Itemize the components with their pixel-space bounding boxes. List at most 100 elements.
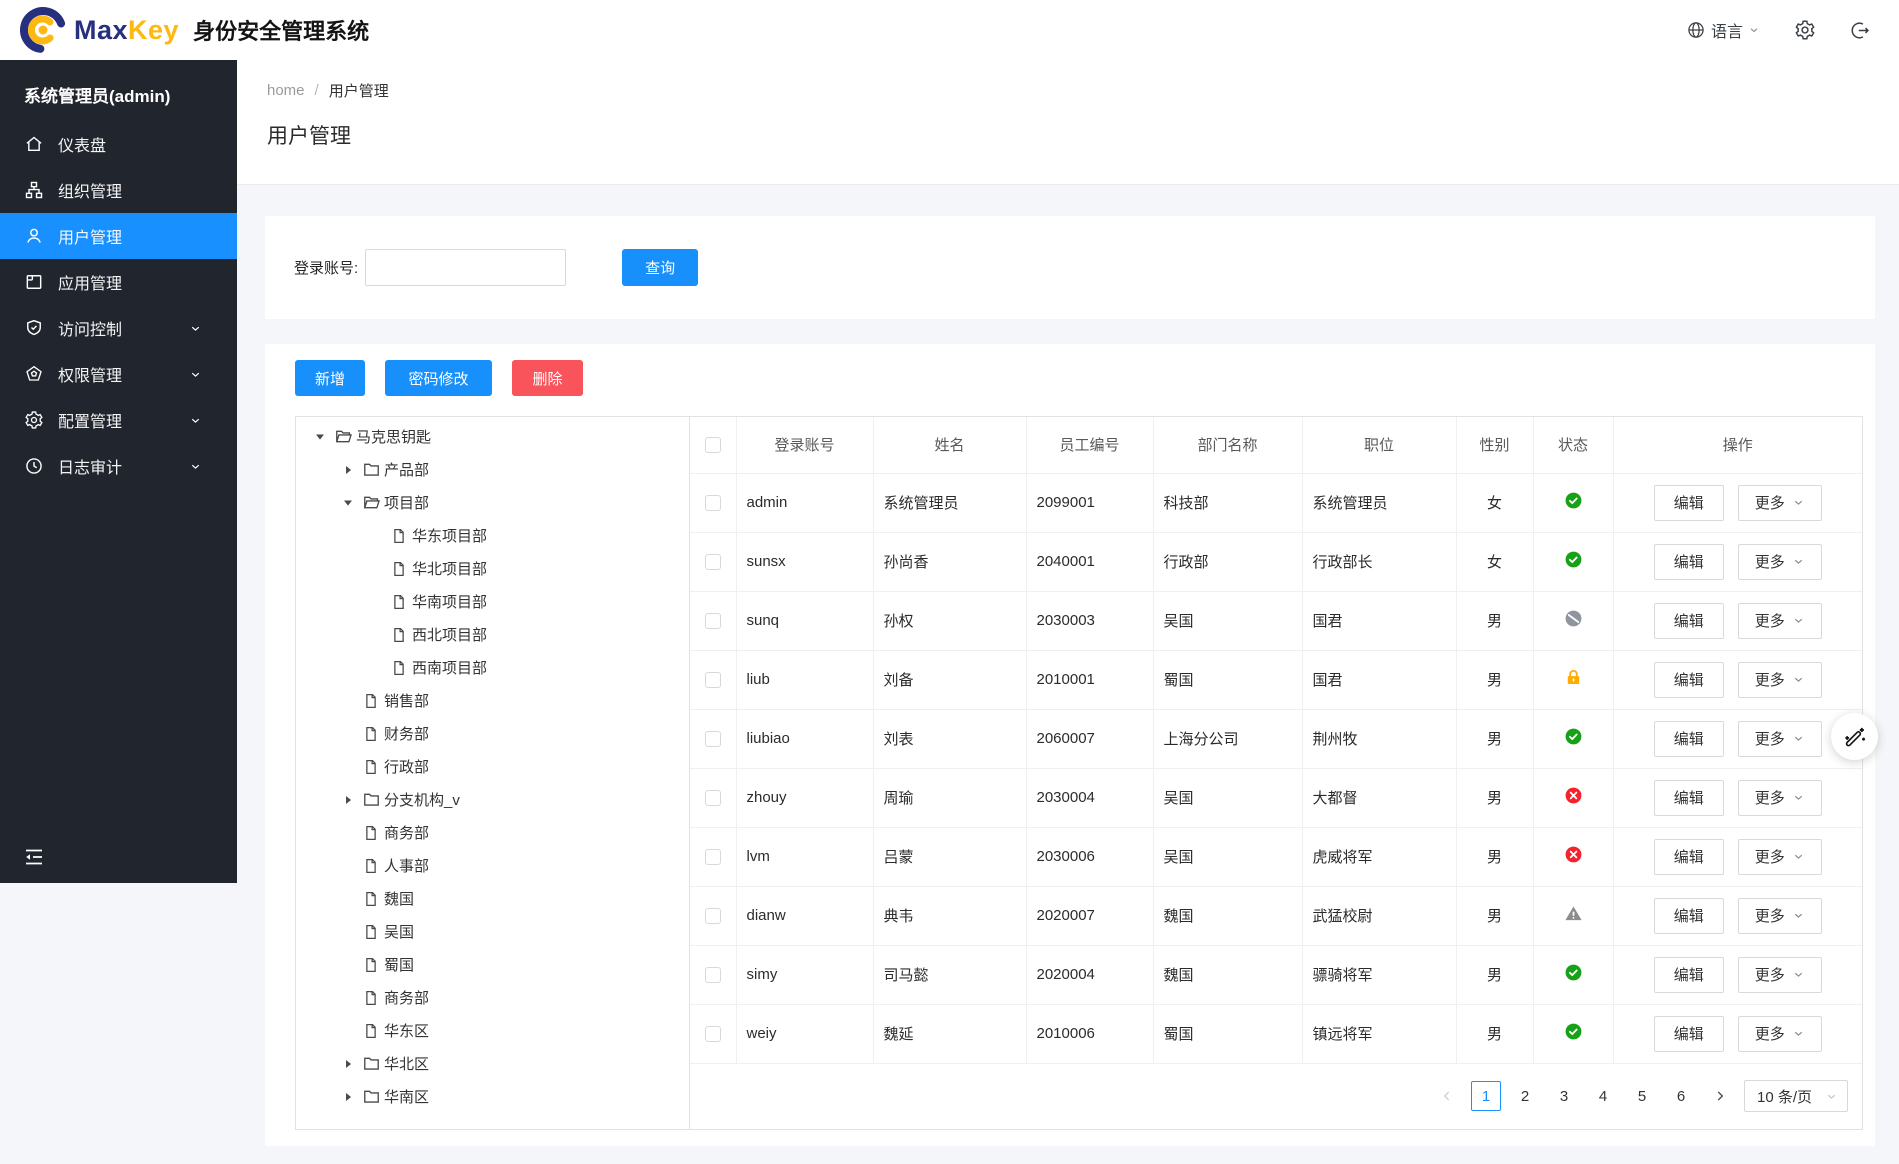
page-button-1[interactable]: 1: [1471, 1081, 1501, 1112]
tree-node[interactable]: 西南项目部: [296, 651, 689, 684]
edit-button[interactable]: 编辑: [1653, 602, 1724, 639]
cell-department: 科技部: [1153, 473, 1303, 533]
tree-node[interactable]: 吴国: [296, 915, 689, 948]
edit-button[interactable]: 编辑: [1653, 720, 1724, 757]
row-checkbox[interactable]: [704, 554, 721, 571]
tree-node[interactable]: 人事部: [296, 849, 689, 882]
edit-button[interactable]: 编辑: [1653, 897, 1724, 934]
tree-node[interactable]: 华东区: [296, 1014, 689, 1047]
tree-node-label: 西南项目部: [412, 660, 488, 677]
sidebar-item-users[interactable]: 用户管理: [0, 213, 237, 259]
clock-icon: [24, 456, 44, 476]
tree-node[interactable]: 华北区: [296, 1047, 689, 1080]
tree-node[interactable]: 项目部: [296, 486, 689, 519]
menu-fold-icon[interactable]: [22, 845, 46, 869]
sidebar-item-dashboard[interactable]: 仪表盘: [0, 121, 237, 167]
sidebar-item-applications[interactable]: 应用管理: [0, 259, 237, 305]
cell-name: 司马懿: [873, 945, 1027, 1005]
tree-node[interactable]: 魏国: [296, 882, 689, 915]
tree-node[interactable]: 马克思钥匙: [296, 420, 689, 453]
more-button[interactable]: 更多: [1737, 661, 1822, 698]
tree-node[interactable]: 分支机构_v: [296, 783, 689, 816]
row-checkbox[interactable]: [704, 849, 721, 866]
settings-gear-icon[interactable]: [1794, 19, 1816, 41]
sidebar-item-audit[interactable]: 日志审计: [0, 443, 237, 489]
magic-wand-button[interactable]: [1831, 713, 1878, 760]
page-button-6[interactable]: 6: [1666, 1081, 1696, 1112]
cell-department: 蜀国: [1153, 650, 1303, 710]
tree-node-label: 项目部: [384, 495, 430, 512]
caret-right-icon[interactable]: [334, 1054, 361, 1074]
cell-position: 虎威将军: [1302, 827, 1457, 887]
sidebar-item-organization[interactable]: 组织管理: [0, 167, 237, 213]
row-checkbox[interactable]: [704, 672, 721, 689]
more-button[interactable]: 更多: [1737, 484, 1822, 521]
edit-button[interactable]: 编辑: [1653, 1015, 1724, 1052]
more-button[interactable]: 更多: [1737, 720, 1822, 757]
next-page-button[interactable]: [1705, 1081, 1735, 1112]
tree-node[interactable]: 西北项目部: [296, 618, 689, 651]
change-password-button[interactable]: 密码修改: [385, 360, 492, 396]
more-button[interactable]: 更多: [1737, 897, 1822, 934]
tree-node[interactable]: 蜀国: [296, 948, 689, 981]
tree-node[interactable]: 华南项目部: [296, 585, 689, 618]
edit-button[interactable]: 编辑: [1653, 543, 1724, 580]
page-button-2[interactable]: 2: [1510, 1081, 1540, 1112]
column-header: 姓名: [873, 417, 1027, 474]
edit-button[interactable]: 编辑: [1653, 484, 1724, 521]
edit-button[interactable]: 编辑: [1653, 838, 1724, 875]
more-button[interactable]: 更多: [1737, 602, 1822, 639]
tree-node[interactable]: 华南区: [296, 1080, 689, 1113]
delete-button[interactable]: 删除: [512, 360, 583, 396]
row-checkbox[interactable]: [704, 613, 721, 630]
edit-button[interactable]: 编辑: [1653, 956, 1724, 993]
edit-button[interactable]: 编辑: [1653, 779, 1724, 816]
more-button[interactable]: 更多: [1737, 838, 1822, 875]
caret-down-icon[interactable]: [334, 493, 361, 513]
sidebar-item-config[interactable]: 配置管理: [0, 397, 237, 443]
tree-node[interactable]: 商务部: [296, 816, 689, 849]
select-all-checkbox[interactable]: [704, 437, 721, 454]
breadcrumb-home[interactable]: home: [267, 82, 305, 99]
row-checkbox[interactable]: [704, 495, 721, 512]
add-button[interactable]: 新增: [295, 360, 365, 396]
cell-login: liubiao: [736, 709, 874, 769]
more-button[interactable]: 更多: [1737, 1015, 1822, 1052]
sidebar-item-access[interactable]: 访问控制: [0, 305, 237, 351]
file-icon: [361, 889, 381, 909]
sidebar-item-label: 组织管理: [58, 184, 123, 201]
tree-node[interactable]: 销售部: [296, 684, 689, 717]
page-size-select[interactable]: 10 条/页: [1744, 1080, 1848, 1113]
row-checkbox[interactable]: [704, 967, 721, 984]
tree-node[interactable]: 财务部: [296, 717, 689, 750]
row-checkbox[interactable]: [704, 1026, 721, 1043]
row-checkbox[interactable]: [704, 731, 721, 748]
sidebar-item-permissions[interactable]: 权限管理: [0, 351, 237, 397]
language-menu[interactable]: 语言: [1686, 18, 1760, 42]
table-row: liub 刘备 2010001 蜀国 国君男 编辑 更多: [690, 650, 1862, 710]
tree-node[interactable]: 产品部: [296, 453, 689, 486]
caret-right-icon[interactable]: [334, 1087, 361, 1107]
more-button[interactable]: 更多: [1737, 956, 1822, 993]
edit-button[interactable]: 编辑: [1653, 661, 1724, 698]
more-button[interactable]: 更多: [1737, 779, 1822, 816]
query-button[interactable]: 查询: [622, 249, 699, 286]
row-checkbox[interactable]: [704, 790, 721, 807]
caret-right-icon[interactable]: [334, 790, 361, 810]
page-button-3[interactable]: 3: [1549, 1081, 1579, 1112]
tree-node[interactable]: 华东项目部: [296, 519, 689, 552]
logout-icon[interactable]: [1850, 20, 1871, 41]
prev-page-button[interactable]: [1432, 1081, 1462, 1112]
tree-node[interactable]: 华北项目部: [296, 552, 689, 585]
page-button-4[interactable]: 4: [1588, 1081, 1618, 1112]
caret-right-icon[interactable]: [334, 460, 361, 480]
brand: MaxKey 身份安全管理系统: [0, 7, 369, 53]
caret-down-icon[interactable]: [306, 427, 333, 447]
row-checkbox[interactable]: [704, 908, 721, 925]
cell-name: 孙权: [873, 591, 1027, 651]
page-button-5[interactable]: 5: [1627, 1081, 1657, 1112]
more-button[interactable]: 更多: [1737, 543, 1822, 580]
tree-node[interactable]: 商务部: [296, 981, 689, 1014]
tree-node[interactable]: 行政部: [296, 750, 689, 783]
login-account-input[interactable]: [365, 249, 567, 286]
